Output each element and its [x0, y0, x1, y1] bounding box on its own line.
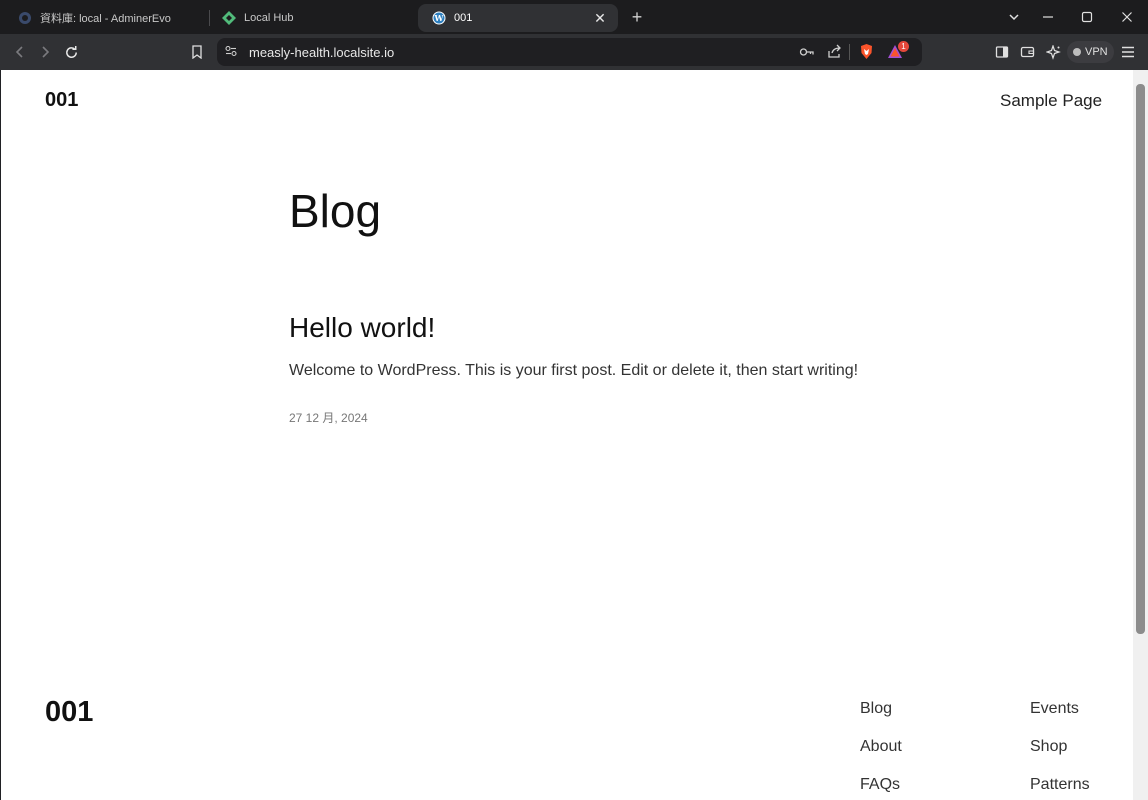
post-excerpt: Welcome to WordPress. This is your first… — [289, 362, 859, 379]
tab-adminer[interactable]: 資料庫: local - AdminerEvo — [4, 4, 204, 32]
password-key-icon[interactable] — [799, 45, 815, 64]
page-title: Blog — [289, 185, 382, 237]
menu-icon[interactable] — [1116, 40, 1140, 64]
address-bar[interactable]: measly-health.localsite.io — [217, 38, 922, 66]
adminer-icon — [18, 11, 32, 25]
site-info-icon[interactable] — [224, 44, 238, 63]
tab-label: 001 — [454, 12, 473, 24]
page-scrollbar[interactable] — [1133, 70, 1148, 800]
scrollbar-thumb[interactable] — [1136, 84, 1145, 634]
footer-link-about[interactable]: About — [860, 738, 902, 756]
post-date[interactable]: 27 12 月, 2024 — [289, 409, 368, 426]
wallet-icon[interactable] — [1015, 40, 1039, 64]
share-icon[interactable] — [827, 44, 842, 64]
post-title[interactable]: Hello world! — [289, 312, 435, 344]
new-tab-button[interactable]: + — [627, 7, 647, 27]
vpn-label: VPN — [1085, 46, 1108, 58]
close-window-button[interactable] — [1108, 0, 1146, 34]
minimize-button[interactable] — [1029, 0, 1067, 34]
bookmark-icon[interactable] — [185, 40, 209, 64]
footer-link-patterns[interactable]: Patterns — [1030, 776, 1090, 794]
svg-text:W: W — [434, 13, 445, 23]
back-icon[interactable] — [8, 40, 32, 64]
footer-link-shop[interactable]: Shop — [1030, 738, 1067, 756]
tab-search-chevron-icon[interactable] — [995, 0, 1033, 34]
footer-link-faqs[interactable]: FAQs — [860, 776, 900, 794]
brave-shields-icon[interactable] — [859, 43, 874, 65]
reload-icon[interactable] — [59, 40, 83, 64]
omnibox-divider — [849, 44, 850, 60]
tab-strip: 資料庫: local - AdminerEvo Local Hub W 001 … — [0, 0, 1148, 34]
vpn-status-icon — [1073, 48, 1081, 56]
vpn-button[interactable]: VPN — [1067, 41, 1114, 63]
local-hub-icon — [222, 11, 236, 25]
forward-icon[interactable] — [33, 40, 57, 64]
rewards-notification-badge: 1 — [898, 41, 909, 52]
maximize-button[interactable] — [1068, 0, 1106, 34]
site-title[interactable]: 001 — [45, 89, 78, 112]
footer-link-events[interactable]: Events — [1030, 700, 1079, 718]
wordpress-icon: W — [432, 11, 446, 25]
tab-local-hub[interactable]: Local Hub — [208, 4, 408, 32]
url-text: measly-health.localsite.io — [249, 45, 395, 60]
page-viewport: 001 Sample Page Blog Hello world! Welcom… — [1, 70, 1133, 800]
sidebar-toggle-icon[interactable] — [990, 40, 1014, 64]
footer-site-title[interactable]: 001 — [45, 696, 93, 729]
tab-label: Local Hub — [244, 12, 294, 24]
nav-link-sample-page[interactable]: Sample Page — [1000, 91, 1102, 111]
tab-001[interactable]: W 001 ✕ — [418, 4, 618, 32]
leo-ai-icon[interactable] — [1041, 40, 1065, 64]
close-tab-icon[interactable]: ✕ — [592, 10, 608, 26]
footer-link-blog[interactable]: Blog — [860, 700, 892, 718]
tab-label: 資料庫: local - AdminerEvo — [40, 13, 171, 25]
browser-toolbar: measly-health.localsite.io VPN — [0, 34, 1148, 70]
